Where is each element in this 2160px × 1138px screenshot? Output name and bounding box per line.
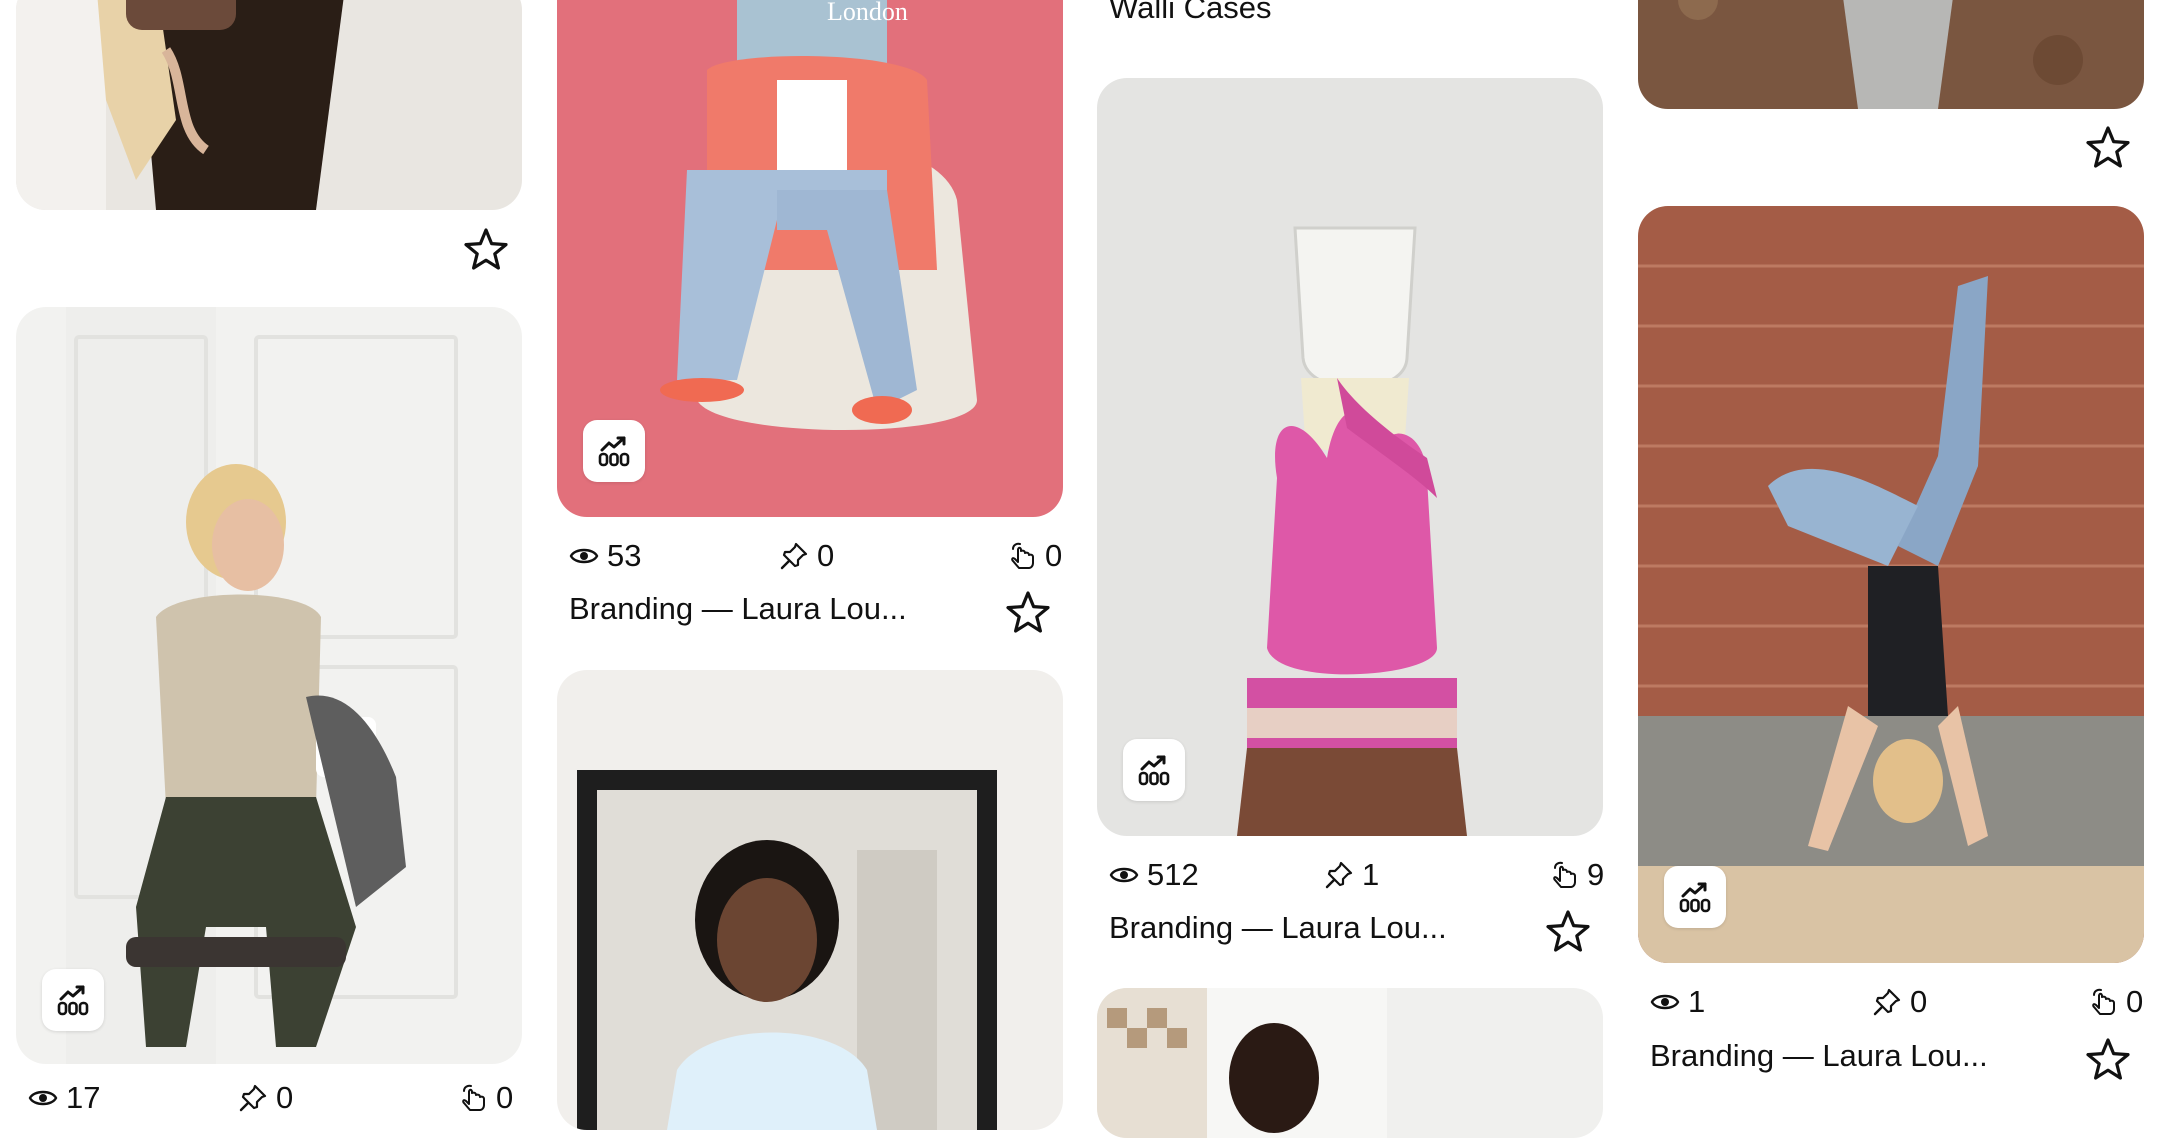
pin-image[interactable]	[16, 307, 522, 1064]
views-stat: 512	[1109, 855, 1199, 895]
saves-count: 1	[1362, 857, 1380, 892]
saves-stat: 0	[779, 536, 834, 576]
pin-image[interactable]	[1097, 988, 1603, 1138]
views-count: 53	[607, 538, 642, 573]
analytics-chart-icon	[55, 982, 91, 1018]
saves-count: 0	[817, 538, 835, 573]
favorite-star-button[interactable]	[462, 226, 510, 274]
eye-icon	[28, 1083, 58, 1113]
views-count: 17	[66, 1080, 101, 1115]
eye-icon	[1109, 860, 1139, 890]
pin-image[interactable]	[1638, 206, 2144, 963]
tap-click-icon	[458, 1083, 488, 1113]
pin-title[interactable]: Branding — Laura Lou...	[1109, 908, 1447, 948]
tap-click-icon	[1007, 541, 1037, 571]
saves-count: 0	[1910, 984, 1928, 1019]
svg-text:London: London	[827, 0, 908, 26]
saves-stat: 0	[238, 1078, 293, 1118]
favorite-star-button[interactable]	[1544, 908, 1592, 956]
pin-stats: 1 0 0	[1650, 982, 2143, 1022]
pin-icon	[779, 541, 809, 571]
saves-count: 0	[276, 1080, 294, 1115]
pin-stats: 512 1 9	[1109, 855, 1604, 895]
views-stat: 53	[569, 536, 641, 576]
eye-icon	[1650, 987, 1680, 1017]
pin-icon	[238, 1083, 268, 1113]
saves-stat: 0	[1872, 982, 1927, 1022]
clicks-count: 0	[1045, 538, 1063, 573]
favorite-star-button[interactable]	[1004, 589, 1052, 637]
clicks-stat: 0	[1007, 536, 1062, 576]
favorite-star-button[interactable]	[2084, 124, 2132, 172]
pin-title[interactable]: Branding — Laura Lou...	[1650, 1036, 1988, 1076]
clicks-count: 0	[496, 1080, 514, 1115]
clicks-count: 9	[1587, 857, 1605, 892]
saves-stat: 1	[1324, 855, 1379, 895]
pin-icon	[1872, 987, 1902, 1017]
clicks-count: 0	[2126, 984, 2144, 1019]
analytics-chart-icon	[596, 433, 632, 469]
analytics-button[interactable]	[42, 969, 104, 1031]
pin-stats: 17 0 0	[28, 1078, 513, 1118]
views-stat: 1	[1650, 982, 1705, 1022]
clicks-stat: 0	[458, 1078, 513, 1118]
tap-click-icon	[2088, 987, 2118, 1017]
pin-title-partial[interactable]: Walli Cases	[1109, 0, 1272, 28]
clicks-stat: 0	[2088, 982, 2143, 1022]
analytics-chart-icon	[1136, 752, 1172, 788]
pin-image[interactable]	[1097, 78, 1603, 836]
views-count: 1	[1688, 984, 1706, 1019]
pin-image[interactable]	[1638, 0, 2144, 109]
pin-title[interactable]: Branding — Laura Lou...	[569, 589, 907, 629]
analytics-button[interactable]	[583, 420, 645, 482]
tap-click-icon	[1549, 860, 1579, 890]
pin-stats: 53 0 0	[569, 536, 1062, 576]
analytics-button[interactable]	[1123, 739, 1185, 801]
views-stat: 17	[28, 1078, 100, 1118]
pin-image[interactable]	[557, 670, 1063, 1130]
clicks-stat: 9	[1549, 855, 1604, 895]
pin-icon	[1324, 860, 1354, 890]
views-count: 512	[1147, 857, 1199, 892]
eye-icon	[569, 541, 599, 571]
analytics-chart-icon	[1677, 879, 1713, 915]
favorite-star-button[interactable]	[2084, 1036, 2132, 1084]
pin-image[interactable]	[16, 0, 522, 210]
analytics-button[interactable]	[1664, 866, 1726, 928]
